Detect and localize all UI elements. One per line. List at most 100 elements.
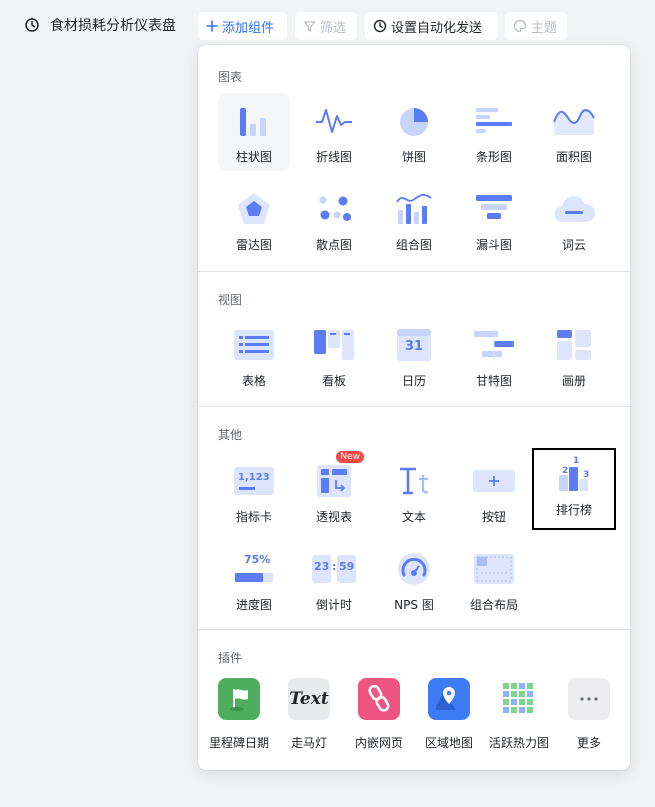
funnel-chart-icon xyxy=(476,195,512,219)
scatter-chart-icon xyxy=(319,196,351,221)
auto-send-button[interactable]: 设置自动化发送 xyxy=(365,12,498,40)
component-label: 面积图 xyxy=(555,150,592,164)
progress-value: 75% xyxy=(244,553,271,566)
plugin-label: 里程碑日期 xyxy=(208,736,269,750)
component-label: 文本 xyxy=(401,510,426,524)
component-text[interactable]: 文本 xyxy=(378,453,450,531)
component-funnel-chart[interactable]: 漏斗图 xyxy=(458,181,530,259)
clock-icon xyxy=(373,19,387,33)
plugin-activity-heatmap[interactable]: 活跃热力图 xyxy=(483,678,555,758)
calendar-day: 31 xyxy=(404,339,424,354)
add-component-button[interactable]: 添加组件 xyxy=(198,12,287,40)
component-horizontal-bar[interactable]: 条形图 xyxy=(458,93,530,171)
component-label: 画册 xyxy=(561,374,586,388)
component-label: 雷达图 xyxy=(235,238,272,252)
plugin-label: 活跃热力图 xyxy=(488,736,549,750)
component-line-chart[interactable]: 折线图 xyxy=(298,93,370,171)
component-bar-chart[interactable]: 柱状图 xyxy=(218,93,290,171)
flag-icon xyxy=(218,678,260,720)
heatmap-icon xyxy=(498,678,540,720)
map-pin-icon xyxy=(428,678,470,720)
component-label: 甘特图 xyxy=(475,374,512,388)
countdown-separator: : xyxy=(332,560,337,573)
plugin-label: 内嵌网页 xyxy=(354,736,403,750)
component-label: 折线图 xyxy=(315,150,352,164)
gantt-icon xyxy=(474,329,514,361)
component-pie-chart[interactable]: 饼图 xyxy=(378,93,450,171)
plugin-region-map[interactable]: 区域地图 xyxy=(413,678,485,758)
component-area-chart[interactable]: 面积图 xyxy=(538,93,610,171)
component-label: 饼图 xyxy=(401,150,426,164)
bar-chart-icon xyxy=(240,108,266,136)
component-label: 组合布局 xyxy=(469,598,518,612)
more-icon xyxy=(568,678,610,720)
gauge-icon xyxy=(398,553,430,585)
component-label: NPS 图 xyxy=(394,598,434,612)
dashboard-icon xyxy=(25,17,39,32)
component-table[interactable]: 表格 xyxy=(218,317,290,395)
plugin-label: 更多 xyxy=(576,736,601,750)
component-metric-card[interactable]: 1,123 指标卡 xyxy=(218,453,290,531)
text-icon xyxy=(400,467,429,495)
component-label: 组合图 xyxy=(395,238,432,252)
component-label: 日历 xyxy=(401,374,426,388)
component-label: 漏斗图 xyxy=(475,238,512,252)
component-label: 指标卡 xyxy=(235,510,272,524)
component-leaderboard[interactable]: 1 2 3 排行榜 xyxy=(532,448,616,530)
component-combined-layout[interactable]: 组合布局 xyxy=(458,541,530,619)
component-button[interactable]: 按钮 xyxy=(458,453,530,531)
top-toolbar: 食材损耗分析仪表盘 添加组件 筛选 设置自动化发送 主题 xyxy=(0,0,655,50)
component-nps[interactable]: NPS 图 xyxy=(378,541,450,619)
component-gallery[interactable]: 画册 xyxy=(538,317,610,395)
component-label: 看板 xyxy=(321,374,346,388)
kanban-icon xyxy=(314,330,354,360)
combo-chart-icon xyxy=(396,194,432,224)
rank-3-label: 3 xyxy=(583,470,590,480)
plugin-milestone-date[interactable]: 里程碑日期 xyxy=(203,678,275,758)
plugin-embedded-page[interactable]: 内嵌网页 xyxy=(343,678,415,758)
pivot-table-icon xyxy=(317,465,351,497)
component-label: 按钮 xyxy=(481,510,506,524)
component-countdown[interactable]: 23 : 59 倒计时 xyxy=(298,541,370,619)
component-kanban[interactable]: 看板 xyxy=(298,317,370,395)
plugin-marquee[interactable]: Text 走马灯 xyxy=(273,678,345,758)
component-progress[interactable]: 75% 进度图 xyxy=(218,541,290,619)
add-component-label: 添加组件 xyxy=(222,20,275,36)
dashboard-title-text: 食材损耗分析仪表盘 xyxy=(50,18,176,34)
rank-1-label: 1 xyxy=(573,456,580,466)
component-scatter-chart[interactable]: 散点图 xyxy=(298,181,370,259)
add-component-panel: 图表 柱状图 折线图 饼图 条形图 面积图 雷达图 散点图 组合图 漏斗图 词云… xyxy=(198,45,630,770)
filter-label: 筛选 xyxy=(320,20,347,36)
plugin-more[interactable]: 更多 xyxy=(553,678,625,758)
component-calendar[interactable]: 31 日历 xyxy=(378,317,450,395)
section-title-others: 其他 xyxy=(218,428,243,442)
component-label: 条形图 xyxy=(475,150,512,164)
component-radar-chart[interactable]: 雷达图 xyxy=(218,181,290,259)
component-label: 散点图 xyxy=(315,238,352,252)
component-word-cloud[interactable]: 词云 xyxy=(538,181,610,259)
dashboard-title[interactable]: 食材损耗分析仪表盘 xyxy=(24,14,176,36)
component-gantt[interactable]: 甘特图 xyxy=(458,317,530,395)
section-title-plugins: 插件 xyxy=(218,651,243,665)
filter-button[interactable]: 筛选 xyxy=(295,12,357,40)
cloud-icon xyxy=(554,196,595,223)
plus-icon xyxy=(206,20,218,32)
new-badge: New xyxy=(336,451,364,463)
filter-icon xyxy=(303,20,316,32)
theme-button[interactable]: 主题 xyxy=(505,12,567,40)
area-chart-icon xyxy=(553,109,595,135)
theme-label: 主题 xyxy=(531,20,558,36)
component-label: 表格 xyxy=(241,374,266,388)
countdown-minutes: 59 xyxy=(339,560,355,573)
divider xyxy=(198,629,630,630)
component-pivot-table[interactable]: New 透视表 xyxy=(298,451,370,531)
palette-icon xyxy=(513,19,527,33)
pie-chart-icon xyxy=(400,108,428,136)
rank-2-label: 2 xyxy=(562,466,569,476)
line-chart-icon xyxy=(316,109,352,133)
component-label: 词云 xyxy=(561,238,586,252)
component-combo-chart[interactable]: 组合图 xyxy=(378,181,450,259)
button-icon xyxy=(473,470,515,492)
metric-value: 1,123 xyxy=(238,472,270,483)
component-label: 排行榜 xyxy=(555,503,592,517)
